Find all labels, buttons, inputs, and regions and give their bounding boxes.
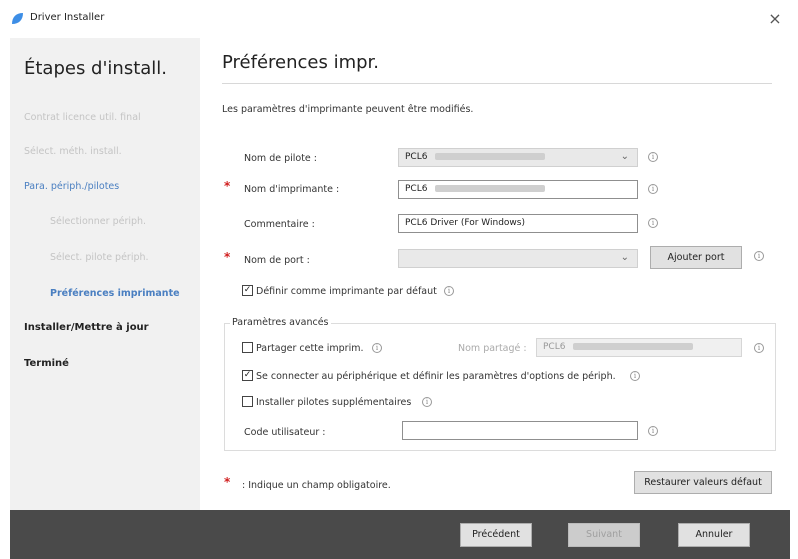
required-note: : Indique un champ obligatoire.: [242, 480, 391, 491]
app-icon: [12, 13, 23, 24]
driver-name-label: Nom de pilote :: [244, 153, 317, 164]
info-icon[interactable]: i: [372, 343, 382, 353]
install-steps-sidebar: Étapes d'install. Contrat licence util. …: [10, 38, 200, 510]
divider: [222, 83, 772, 84]
connect-device-checkbox[interactable]: ✓: [242, 370, 253, 381]
driver-name-select[interactable]: PCL6 ⌄: [398, 148, 638, 167]
back-button[interactable]: Précédent: [460, 523, 532, 547]
cancel-button[interactable]: Annuler: [678, 523, 750, 547]
redacted-text: [573, 343, 694, 350]
redacted-text: [435, 185, 546, 192]
info-icon[interactable]: i: [648, 218, 658, 228]
required-marker: *: [224, 475, 231, 489]
restore-defaults-button[interactable]: Restaurer valeurs défaut: [634, 471, 772, 494]
default-printer-checkbox[interactable]: ✓: [242, 285, 253, 296]
redacted-text: [435, 153, 546, 160]
step-printer-preferences: Préférences imprimante: [50, 288, 180, 299]
info-icon[interactable]: i: [648, 152, 658, 162]
window-title: Driver Installer: [30, 12, 105, 23]
step-select-device: Sélectionner périph.: [50, 216, 147, 227]
info-icon[interactable]: i: [648, 184, 658, 194]
extra-drivers-label: Installer pilotes supplémentaires: [256, 397, 412, 408]
printer-name-label: Nom d'imprimante :: [244, 184, 340, 195]
title-bar: Driver Installer ×: [0, 0, 798, 38]
close-icon[interactable]: ×: [764, 8, 786, 30]
info-icon[interactable]: i: [444, 286, 454, 296]
required-marker: *: [224, 250, 231, 264]
user-code-input[interactable]: [402, 421, 638, 440]
chevron-down-icon: ⌄: [620, 252, 629, 263]
next-button[interactable]: Suivant: [568, 523, 640, 547]
advanced-settings-title: Paramètres avancés: [230, 317, 331, 328]
default-printer-label: Définir comme imprimante par défaut: [256, 286, 437, 297]
add-port-button[interactable]: Ajouter port: [650, 246, 742, 269]
step-install-update: Installer/Mettre à jour: [24, 322, 149, 333]
share-printer-label: Partager cette imprim.: [256, 343, 364, 354]
page-title: Préférences impr.: [222, 52, 380, 73]
share-name-input[interactable]: PCL6: [536, 338, 742, 357]
info-icon[interactable]: i: [754, 343, 764, 353]
info-icon[interactable]: i: [648, 426, 658, 436]
share-printer-checkbox[interactable]: [242, 342, 253, 353]
info-icon[interactable]: i: [422, 397, 432, 407]
info-icon[interactable]: i: [630, 371, 640, 381]
port-name-label: Nom de port :: [244, 255, 310, 266]
user-code-label: Code utilisateur :: [244, 427, 326, 438]
step-finished: Terminé: [24, 358, 69, 369]
step-install-method: Sélect. méth. install.: [24, 146, 122, 157]
chevron-down-icon: ⌄: [620, 151, 629, 162]
comment-input[interactable]: PCL6 Driver (For Windows): [398, 214, 638, 233]
page-description: Les paramètres d'imprimante peuvent être…: [222, 104, 474, 115]
extra-drivers-checkbox[interactable]: [242, 396, 253, 407]
footer-bar: Précédent Suivant Annuler: [10, 510, 790, 559]
comment-label: Commentaire :: [244, 219, 315, 230]
info-icon[interactable]: i: [754, 251, 764, 261]
share-name-label: Nom partagé :: [458, 343, 527, 354]
sidebar-heading: Étapes d'install.: [24, 58, 168, 79]
port-name-select[interactable]: ⌄: [398, 249, 638, 268]
printer-name-input[interactable]: PCL6: [398, 180, 638, 199]
step-device-drivers: Para. périph./pilotes: [24, 181, 120, 192]
step-select-driver: Sélect. pilote périph.: [50, 252, 149, 263]
connect-device-label: Se connecter au périphérique et définir …: [256, 371, 616, 382]
step-eula: Contrat licence util. final: [24, 112, 141, 123]
required-marker: *: [224, 179, 231, 193]
main-panel: Préférences impr. Les paramètres d'impri…: [200, 38, 790, 510]
